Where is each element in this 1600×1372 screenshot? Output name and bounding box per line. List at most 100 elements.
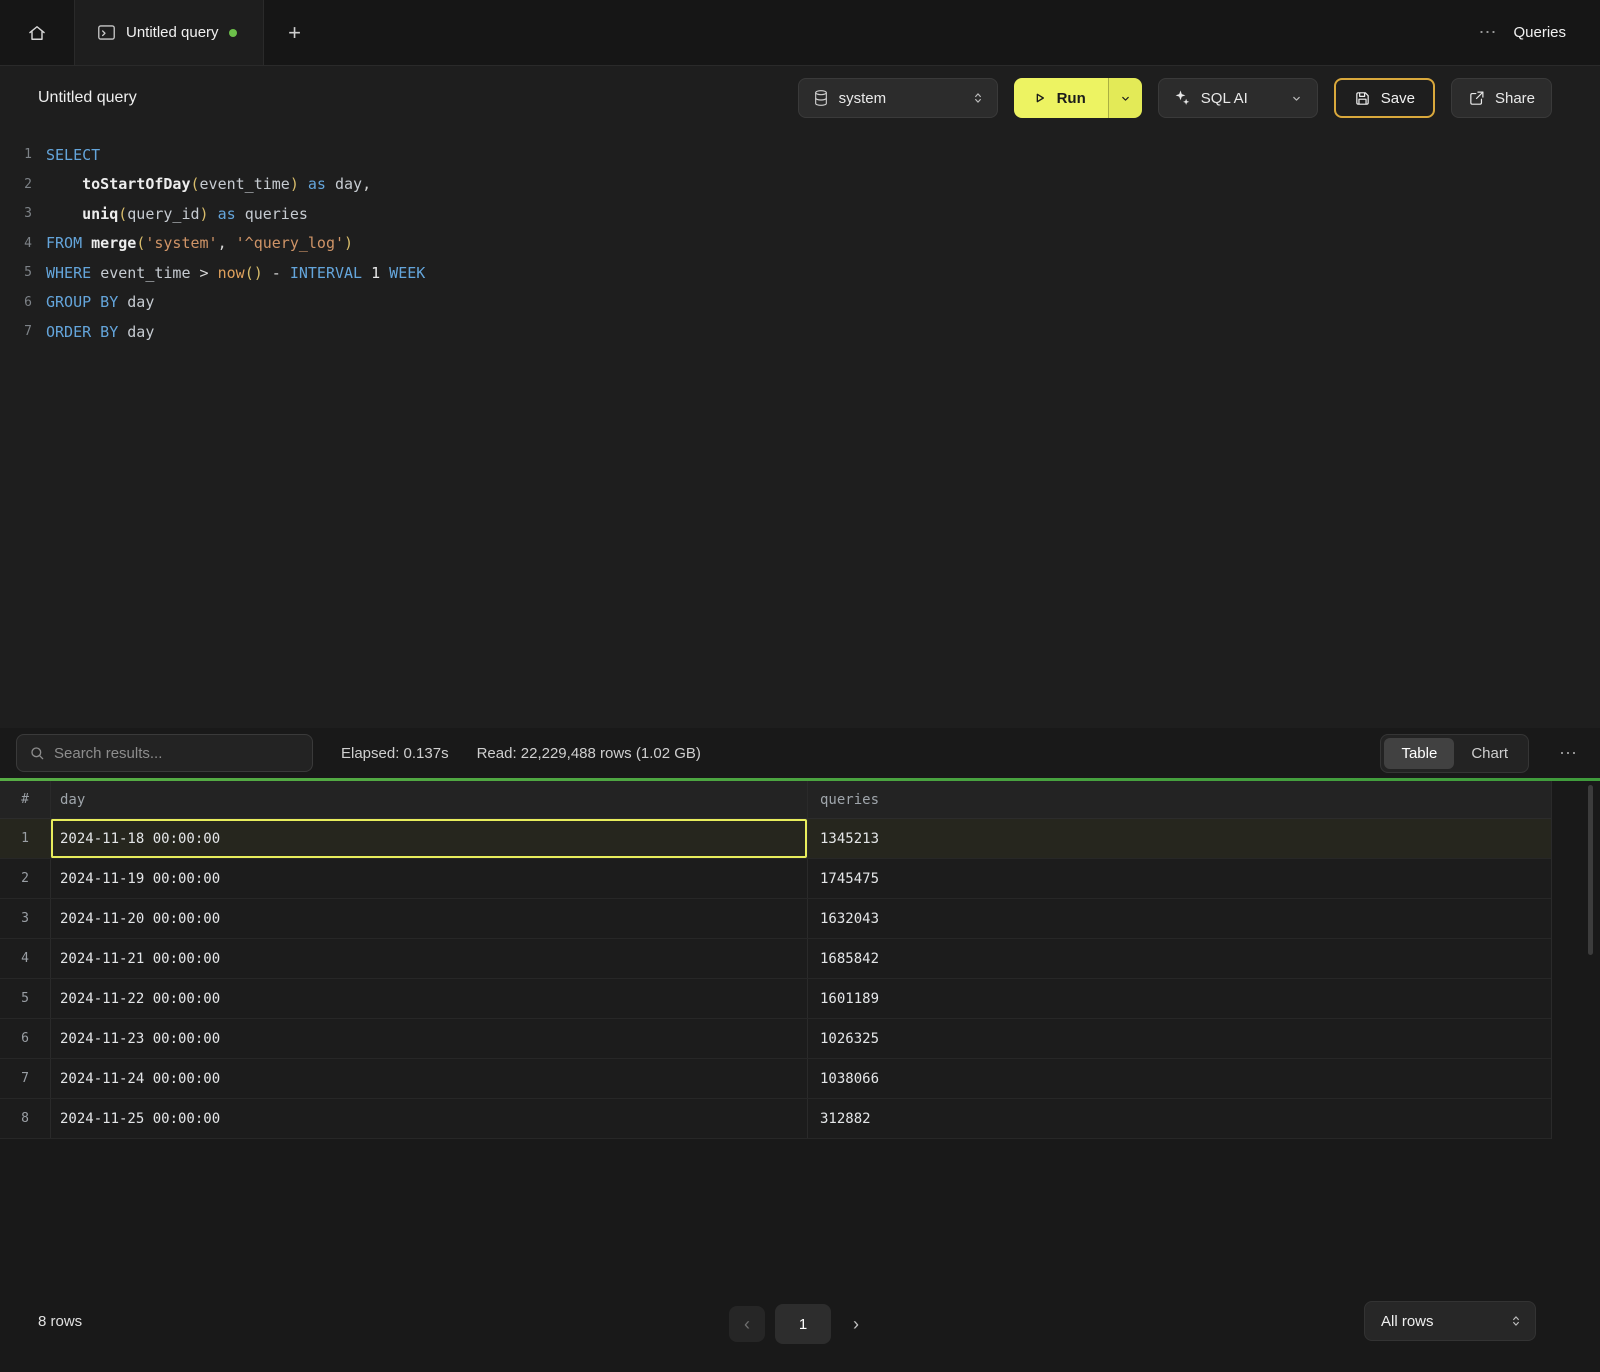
day-cell[interactable]: 2024-11-20 00:00:00 xyxy=(50,899,807,938)
line-number: 6 xyxy=(0,295,46,310)
save-button[interactable]: Save xyxy=(1334,78,1435,118)
column-header-day[interactable]: day xyxy=(50,781,807,818)
table-row[interactable]: 12024-11-18 00:00:001345213 xyxy=(0,819,1551,859)
sql-ai-button[interactable]: SQL AI xyxy=(1158,78,1318,118)
code-line[interactable]: 2 toStartOfDay(event_time) as day, xyxy=(0,170,1600,200)
previous-page-button[interactable]: ‹ xyxy=(729,1306,765,1342)
save-icon xyxy=(1354,90,1371,107)
run-button[interactable]: Run xyxy=(1014,78,1108,118)
search-results-box xyxy=(16,734,313,772)
read-stat: Read: 22,229,488 rows (1.02 GB) xyxy=(477,745,701,762)
results-more-options-icon[interactable]: ⋯ xyxy=(1559,743,1578,764)
query-title: Untitled query xyxy=(38,89,137,107)
queries-cell[interactable]: 1632043 xyxy=(807,899,1551,938)
current-page-button[interactable]: 1 xyxy=(775,1304,831,1344)
run-button-label: Run xyxy=(1057,90,1086,107)
query-toolbar: Untitled query system Run xyxy=(0,66,1600,130)
results-footer: 8 rows ‹ 1 › All rows xyxy=(0,1284,1600,1372)
table-scrollbar[interactable] xyxy=(1588,785,1593,955)
database-selector[interactable]: system xyxy=(798,78,998,118)
pagination: ‹ 1 › xyxy=(729,1304,871,1344)
queries-link[interactable]: Queries xyxy=(1513,24,1566,41)
code-line[interactable]: 7ORDER BY day xyxy=(0,317,1600,347)
code-line[interactable]: 6GROUP BY day xyxy=(0,288,1600,318)
new-tab-button[interactable]: + xyxy=(264,0,326,65)
chevron-down-icon xyxy=(1290,92,1303,105)
row-index-cell[interactable]: 8 xyxy=(0,1099,50,1138)
play-icon xyxy=(1032,90,1048,106)
search-icon xyxy=(29,745,45,761)
results-table: # day queries 12024-11-18 00:00:00134521… xyxy=(0,781,1552,1139)
day-cell[interactable]: 2024-11-18 00:00:00 xyxy=(50,819,807,858)
queries-menu: ⋯ Queries xyxy=(1478,0,1600,65)
table-row[interactable]: 72024-11-24 00:00:001038066 xyxy=(0,1059,1551,1099)
save-button-label: Save xyxy=(1381,90,1415,107)
table-row[interactable]: 62024-11-23 00:00:001026325 xyxy=(0,1019,1551,1059)
sql-editor[interactable]: 1SELECT2 toStartOfDay(event_time) as day… xyxy=(0,130,1600,728)
day-cell[interactable]: 2024-11-25 00:00:00 xyxy=(50,1099,807,1138)
view-toggle: Table Chart xyxy=(1380,734,1529,773)
queries-cell[interactable]: 1026325 xyxy=(807,1019,1551,1058)
column-header-index[interactable]: # xyxy=(0,781,50,818)
home-tab[interactable] xyxy=(0,0,75,65)
day-cell[interactable]: 2024-11-23 00:00:00 xyxy=(50,1019,807,1058)
unsaved-indicator xyxy=(229,29,237,37)
queries-cell[interactable]: 1745475 xyxy=(807,859,1551,898)
code-line[interactable]: 5WHERE event_time > now() - INTERVAL 1 W… xyxy=(0,258,1600,288)
table-row[interactable]: 52024-11-22 00:00:001601189 xyxy=(0,979,1551,1019)
share-button[interactable]: Share xyxy=(1451,78,1552,118)
queries-cell[interactable]: 312882 xyxy=(807,1099,1551,1138)
updown-chevron-icon xyxy=(971,90,985,106)
row-index-cell[interactable]: 5 xyxy=(0,979,50,1018)
next-page-button[interactable]: › xyxy=(841,1306,871,1342)
line-number: 1 xyxy=(0,147,46,162)
run-options-button[interactable] xyxy=(1108,78,1142,118)
column-header-queries[interactable]: queries xyxy=(807,781,1551,818)
row-index-cell[interactable]: 7 xyxy=(0,1059,50,1098)
table-body: 12024-11-18 00:00:00134521322024-11-19 0… xyxy=(0,819,1551,1139)
line-number: 3 xyxy=(0,206,46,221)
table-row[interactable]: 82024-11-25 00:00:00312882 xyxy=(0,1099,1551,1139)
day-cell[interactable]: 2024-11-24 00:00:00 xyxy=(50,1059,807,1098)
results-toolbar: Elapsed: 0.137s Read: 22,229,488 rows (1… xyxy=(0,728,1600,778)
row-index-cell[interactable]: 4 xyxy=(0,939,50,978)
queries-cell[interactable]: 1345213 xyxy=(807,819,1551,858)
share-icon xyxy=(1468,90,1485,107)
day-cell[interactable]: 2024-11-19 00:00:00 xyxy=(50,859,807,898)
day-cell[interactable]: 2024-11-22 00:00:00 xyxy=(50,979,807,1018)
queries-cell[interactable]: 1038066 xyxy=(807,1059,1551,1098)
row-count: 8 rows xyxy=(38,1313,82,1330)
table-row[interactable]: 32024-11-20 00:00:001632043 xyxy=(0,899,1551,939)
table-view-button[interactable]: Table xyxy=(1384,738,1454,769)
table-header: # day queries xyxy=(0,781,1551,819)
more-options-icon[interactable]: ⋯ xyxy=(1478,22,1497,43)
tab-label: Untitled query xyxy=(126,24,219,41)
row-index-cell[interactable]: 2 xyxy=(0,859,50,898)
results-empty-area xyxy=(0,1139,1600,1284)
row-index-cell[interactable]: 1 xyxy=(0,819,50,858)
queries-cell[interactable]: 1685842 xyxy=(807,939,1551,978)
line-number: 4 xyxy=(0,236,46,251)
row-index-cell[interactable]: 6 xyxy=(0,1019,50,1058)
table-row[interactable]: 22024-11-19 00:00:001745475 xyxy=(0,859,1551,899)
database-selector-value: system xyxy=(839,90,887,107)
code-line[interactable]: 3 uniq(query_id) as queries xyxy=(0,199,1600,229)
day-cell[interactable]: 2024-11-21 00:00:00 xyxy=(50,939,807,978)
run-split-button: Run xyxy=(1014,78,1142,118)
rows-per-page-value: All rows xyxy=(1381,1313,1434,1330)
table-row[interactable]: 42024-11-21 00:00:001685842 xyxy=(0,939,1551,979)
search-results-input[interactable] xyxy=(54,745,300,762)
queries-cell[interactable]: 1601189 xyxy=(807,979,1551,1018)
sql-console-app: Untitled query + ⋯ Queries Untitled quer… xyxy=(0,0,1600,1372)
elapsed-stat: Elapsed: 0.137s xyxy=(341,745,449,762)
chart-view-button[interactable]: Chart xyxy=(1454,738,1525,769)
code-line[interactable]: 1SELECT xyxy=(0,140,1600,170)
topbar-spacer xyxy=(326,0,1479,65)
line-number: 5 xyxy=(0,265,46,280)
row-index-cell[interactable]: 3 xyxy=(0,899,50,938)
rows-per-page-select[interactable]: All rows xyxy=(1364,1301,1536,1341)
code-line[interactable]: 4FROM merge('system', '^query_log') xyxy=(0,229,1600,259)
tab-bar: Untitled query + ⋯ Queries xyxy=(0,0,1600,66)
home-icon xyxy=(27,23,47,43)
tab-untitled-query[interactable]: Untitled query xyxy=(75,0,264,65)
